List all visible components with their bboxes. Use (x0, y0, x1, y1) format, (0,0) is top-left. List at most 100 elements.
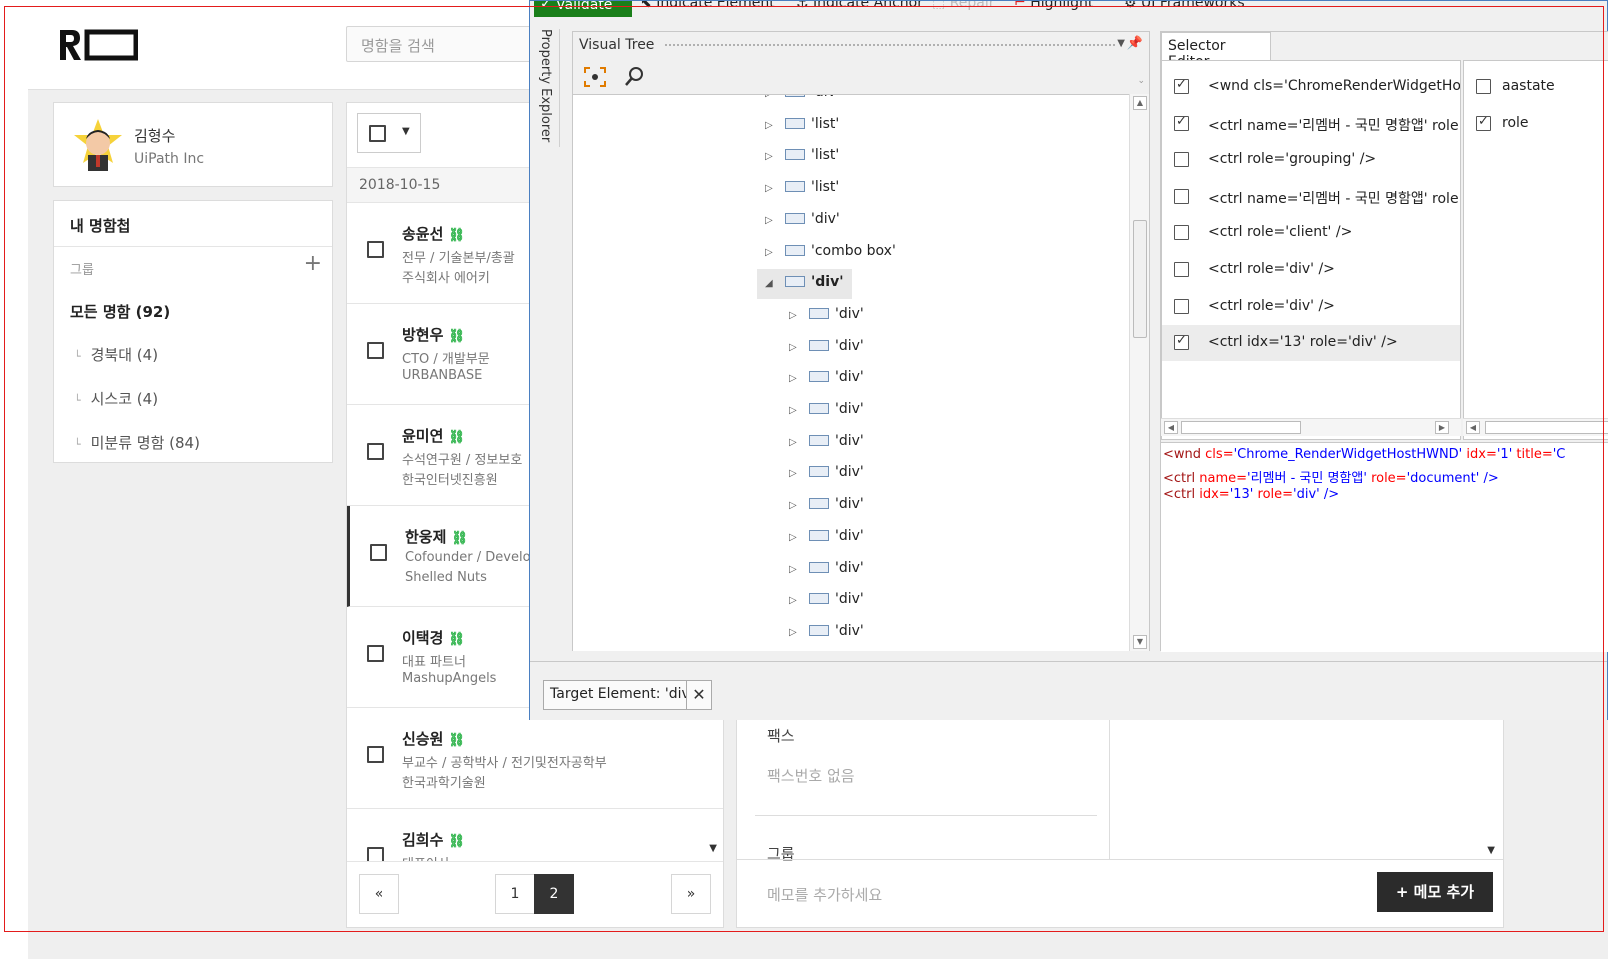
ui-frameworks-button[interactable]: ⚙ UI Frameworks (1124, 1, 1245, 11)
tree-node[interactable]: ▷ 'div' (789, 301, 864, 331)
horizontal-scrollbar[interactable]: ◀ ▶ (1161, 418, 1461, 436)
tree-node[interactable]: ▷ 'div' (789, 523, 864, 553)
tree-node[interactable]: ▷ 'div' (789, 364, 864, 394)
add-group-button[interactable]: + (304, 253, 322, 275)
item-checkbox[interactable] (367, 746, 384, 763)
repair-button[interactable]: ⬚ Repair (932, 1, 995, 11)
tree-node[interactable]: ▷ 'div' (765, 206, 840, 236)
node-checkbox[interactable] (1174, 333, 1189, 351)
tree-node[interactable]: ▷ 'div' (789, 618, 864, 648)
close-icon[interactable]: ✕ (686, 680, 712, 710)
node-checkbox[interactable] (1174, 225, 1189, 241)
scrollbar-thumb[interactable] (1485, 421, 1608, 434)
page-2-button[interactable]: 2 (534, 874, 574, 914)
expand-icon[interactable]: ▷ (789, 373, 803, 384)
selector-node-row[interactable]: <ctrl role='client' /> (1162, 215, 1460, 251)
expand-icon[interactable]: ▷ (765, 120, 779, 131)
tree-node[interactable]: ▷ 'div' (789, 428, 864, 458)
expand-icon[interactable]: ▷ (789, 437, 803, 448)
tree-node[interactable]: ▷ 'div' (789, 491, 864, 521)
tree-node[interactable]: ▷ 'div' (789, 555, 864, 585)
indicate-element-button[interactable]: ⬉ Indicate Element (640, 1, 775, 11)
selector-node-row[interactable]: <ctrl name='리멤버 - 국민 명함앱' role='document… (1162, 179, 1460, 215)
tree-node[interactable]: ▷ 'div' (789, 586, 864, 616)
scroll-down-icon[interactable]: ▼ (709, 843, 717, 854)
scroll-left-icon[interactable]: ◀ (1466, 421, 1480, 434)
avatar[interactable] (72, 119, 124, 171)
selector-node-row[interactable]: <ctrl role='grouping' /> (1162, 142, 1460, 178)
tree-node[interactable]: ▷ 'combo box' (765, 238, 896, 268)
memo-input[interactable]: 메모를 추가하세요 (767, 884, 882, 905)
tree-node[interactable]: ▷ 'div' (765, 95, 840, 109)
expand-icon[interactable]: ▷ (765, 183, 779, 194)
indicate-anchor-button[interactable]: ⚓ Indicate Anchor (796, 1, 923, 11)
node-checkbox[interactable] (1174, 188, 1189, 204)
node-checkbox[interactable] (1174, 152, 1189, 168)
group-item[interactable]: └ 시스코 (4) (74, 388, 158, 409)
attribute-row[interactable]: role (1464, 106, 1608, 142)
expand-icon[interactable]: ▷ (765, 151, 779, 162)
list-item[interactable]: 신승원 ⛓ 부교수 / 공학박사 / 전기및전자공학부 한국과학기술원 (347, 708, 723, 809)
scroll-left-icon[interactable]: ◀ (1164, 421, 1178, 434)
chevron-down-icon[interactable]: ▼ (1117, 38, 1125, 49)
tree-node[interactable]: ▷ 'list' (765, 142, 839, 172)
tree-node[interactable]: ▷ 'div' (789, 459, 864, 489)
expand-icon[interactable]: ▷ (789, 532, 803, 543)
attribute-checkbox[interactable] (1476, 114, 1491, 131)
validate-button[interactable]: ✓ Validate (534, 1, 632, 17)
expand-icon[interactable]: ▷ (765, 215, 779, 226)
scroll-down-icon[interactable]: ▼ (1133, 635, 1147, 649)
pin-icon[interactable]: 📌 (1127, 36, 1143, 51)
expand-icon[interactable]: ▷ (789, 627, 803, 638)
scroll-down-icon[interactable]: ▼ (1487, 845, 1495, 856)
expand-icon[interactable]: ▷ (789, 468, 803, 479)
node-checkbox[interactable] (1174, 114, 1189, 131)
collapse-icon[interactable]: ◢ (765, 278, 779, 289)
attribute-checkbox[interactable] (1476, 79, 1491, 94)
item-checkbox[interactable] (367, 241, 384, 258)
item-checkbox[interactable] (367, 645, 384, 662)
select-all-checkbox[interactable] (369, 125, 386, 142)
scrollbar-thumb[interactable] (1181, 421, 1301, 434)
node-checkbox[interactable] (1174, 77, 1189, 94)
add-memo-button[interactable]: + 메모 추가 (1377, 872, 1493, 912)
expand-icon[interactable]: ▷ (789, 310, 803, 321)
prev-page-button[interactable]: « (359, 874, 399, 914)
item-checkbox[interactable] (367, 443, 384, 460)
vertical-scrollbar[interactable]: ▲ ▼ (1129, 94, 1149, 651)
scrollbar-thumb[interactable] (1133, 220, 1147, 338)
tree-node[interactable]: ▷ 'list' (765, 174, 839, 204)
next-page-button[interactable]: » (671, 874, 711, 914)
selector-node-row[interactable]: <ctrl role='div' /> (1162, 289, 1460, 325)
selector-xml-editor[interactable]: <wnd cls='Chrome_RenderWidgetHostHWND' i… (1161, 442, 1608, 652)
expand-icon[interactable]: ▷ (765, 247, 779, 258)
selector-node-row[interactable]: <ctrl idx='13' role='div' /> (1162, 325, 1460, 362)
scroll-right-icon[interactable]: ▶ (1435, 421, 1449, 434)
expand-icon[interactable]: ▷ (789, 595, 803, 606)
expand-icon[interactable]: ▷ (789, 342, 803, 353)
group-item[interactable]: └ 미분류 명함 (84) (74, 432, 200, 453)
more-icon[interactable]: ⌄ (1137, 76, 1145, 86)
chevron-down-icon[interactable]: ▼ (402, 126, 410, 137)
node-checkbox[interactable] (1174, 298, 1189, 314)
target-icon[interactable] (583, 66, 607, 88)
expand-icon[interactable]: ▷ (789, 405, 803, 416)
selector-node-row[interactable]: <wnd cls='ChromeRenderWidgetHostHWND' id… (1162, 69, 1460, 105)
item-checkbox[interactable] (367, 342, 384, 359)
tree-node[interactable]: ▷ 'div' (789, 333, 864, 363)
app-logo[interactable] (58, 28, 138, 62)
property-explorer-tab[interactable]: Property Explorer (534, 29, 560, 147)
scroll-up-icon[interactable]: ▲ (1133, 96, 1147, 110)
node-checkbox[interactable] (1174, 262, 1189, 277)
group-item[interactable]: └ 경북대 (4) (74, 344, 158, 365)
horizontal-scrollbar[interactable]: ◀ (1463, 418, 1608, 436)
expand-icon[interactable]: ▷ (765, 95, 779, 99)
all-cards-item[interactable]: 모든 명함 (92) (70, 301, 170, 322)
item-checkbox[interactable] (370, 544, 387, 561)
tree-node[interactable]: ▷ 'div' (789, 396, 864, 426)
page-1-button[interactable]: 1 (495, 874, 535, 914)
attribute-row[interactable]: aastate (1464, 69, 1608, 105)
tab-selector-editor[interactable]: Selector Editor (1161, 32, 1271, 70)
expand-icon[interactable]: ▷ (789, 500, 803, 511)
expand-icon[interactable]: ▷ (789, 564, 803, 575)
